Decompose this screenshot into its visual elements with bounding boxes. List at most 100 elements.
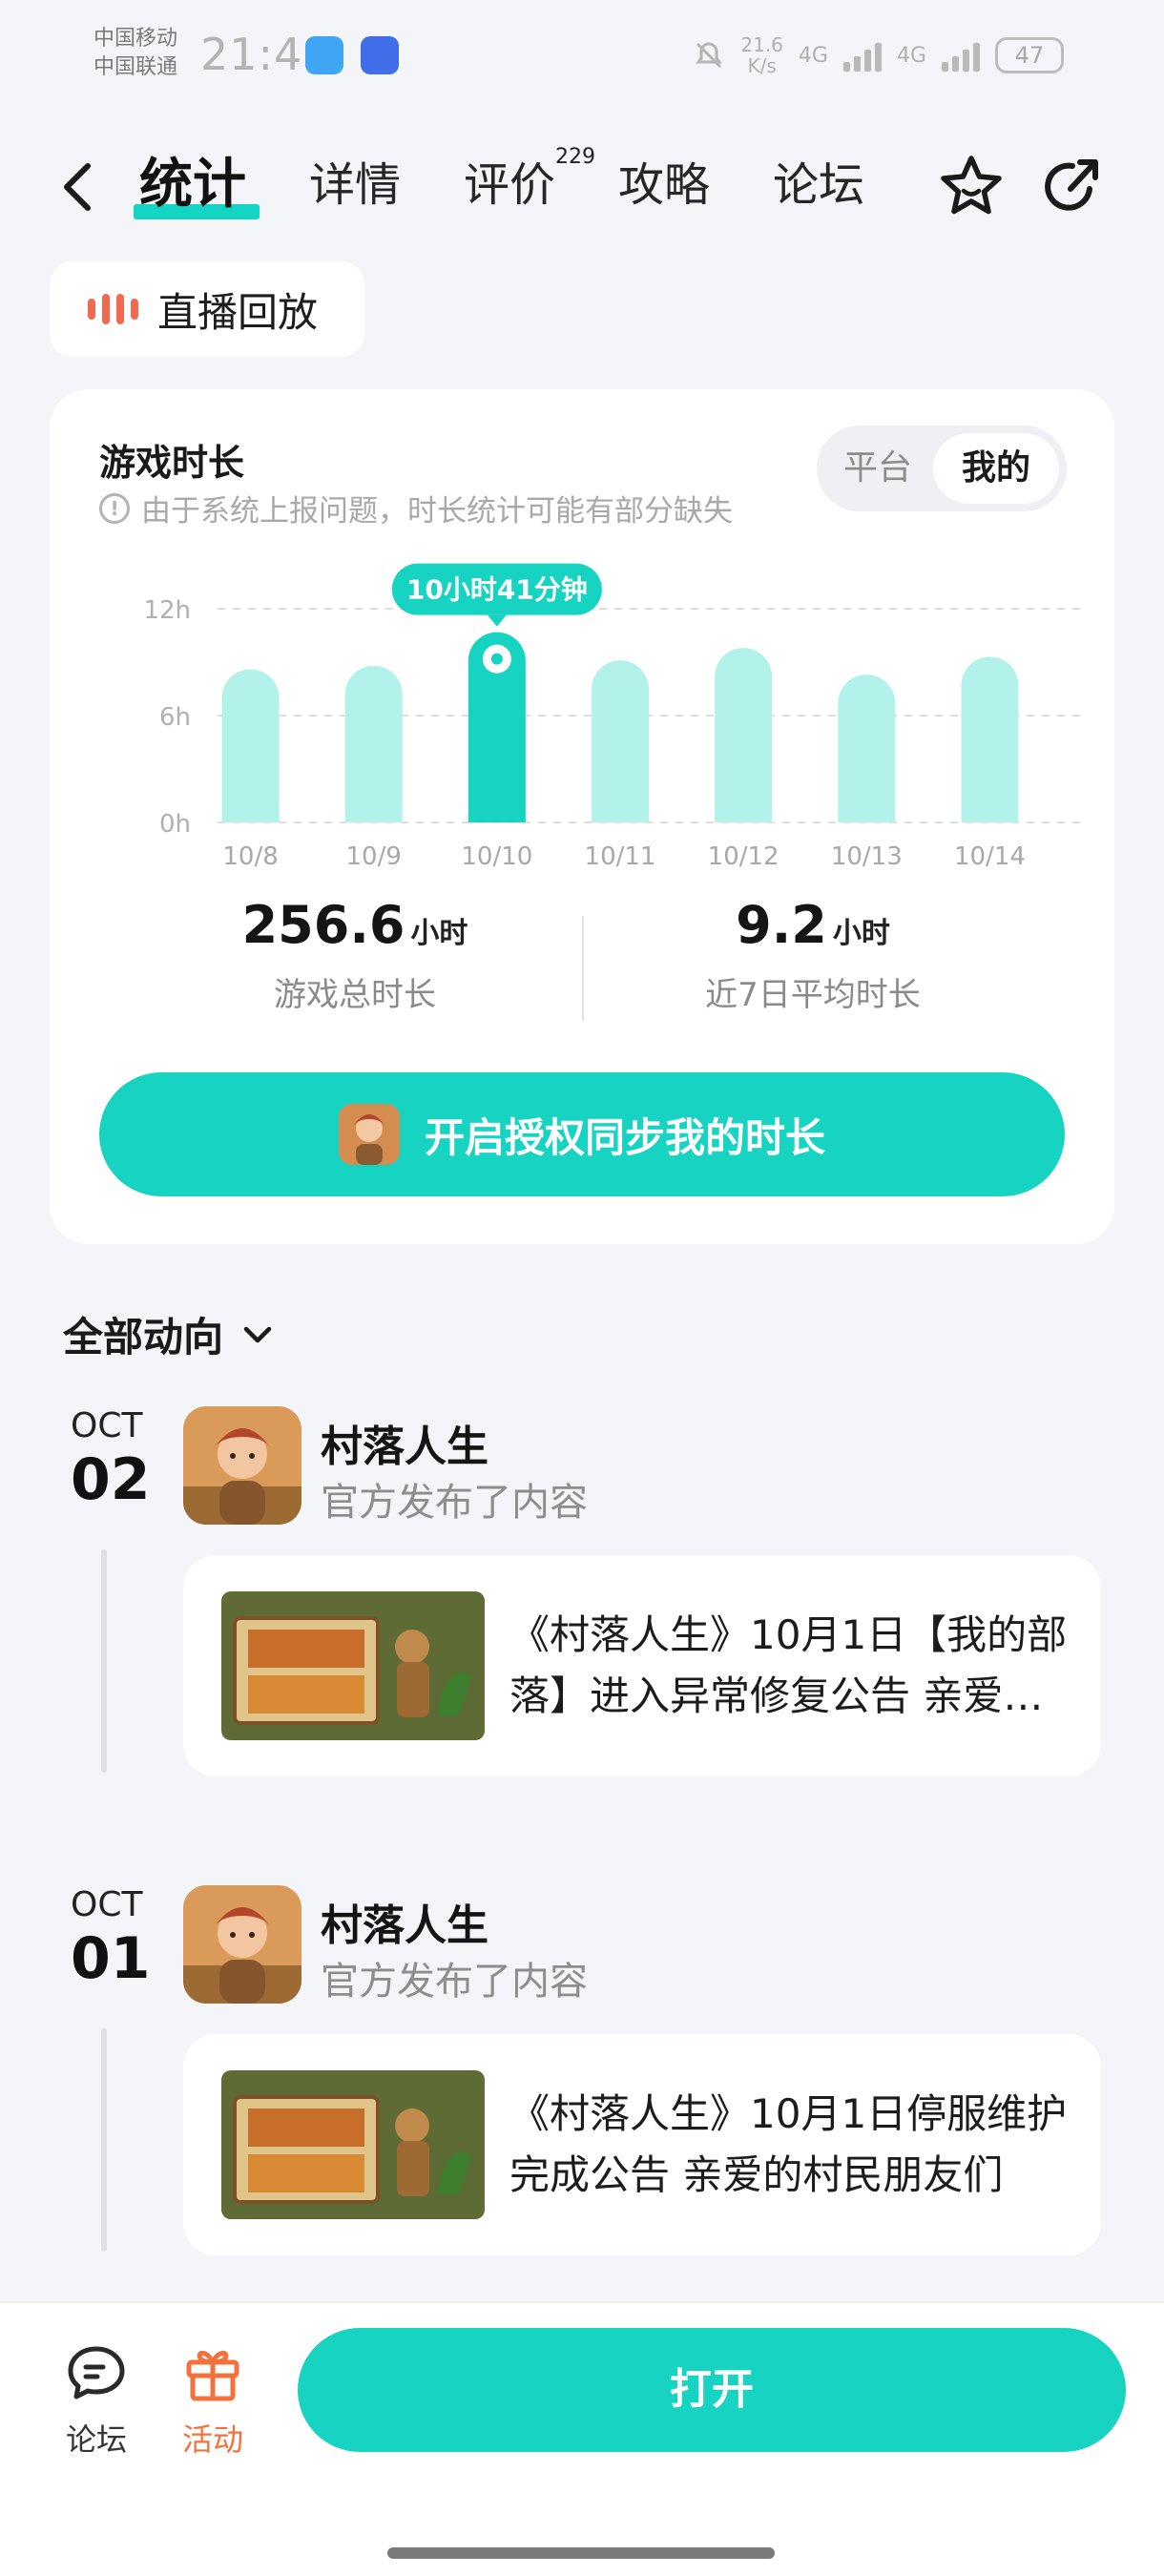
tab-guides[interactable]: 攻略 <box>618 155 710 216</box>
network-type-2: 4G <box>896 43 926 68</box>
chart-bar <box>715 648 773 822</box>
chart-bar <box>838 675 896 822</box>
chart-highlight-dot-center <box>490 653 503 665</box>
game-avatar[interactable] <box>183 1406 301 1525</box>
feed-date-month: OCT <box>71 1885 143 1924</box>
stat-average-value: 9.2 <box>736 895 827 955</box>
timeline-line <box>101 1549 107 1773</box>
stat-total-value: 256.6 <box>241 895 405 955</box>
game-avatar[interactable] <box>183 1885 301 2004</box>
forum-chat-icon <box>68 2346 125 2399</box>
carrier-2: 中国联通 <box>94 55 178 79</box>
playtime-bar-chart: 12h 6h 0h 10/8 10/9 10/10 10小时41分钟 10/11 10/12 10… <box>143 563 1080 871</box>
feed-entry: OCT 01 村落人生 官方发布了内容 《村落人生》10月1日停服维护完成公告 … <box>0 1885 1164 2324</box>
info-icon: ! <box>99 492 130 524</box>
chart-tooltip-text: 10小时41分钟 <box>406 574 588 606</box>
bottom-action-bar: 论坛 活动 打开 <box>0 2301 1164 2576</box>
bottom-forum-label: 论坛 <box>65 2421 127 2458</box>
feed-action: 官方发布了内容 <box>321 1481 588 1525</box>
feed-date-day: 02 <box>71 1446 151 1513</box>
back-icon[interactable] <box>59 160 97 214</box>
tab-stats[interactable]: 统计 <box>139 155 246 216</box>
playtime-note-text: 由于系统上报问题，时长统计可能有部分缺失 <box>141 494 733 529</box>
live-replay-label: 直播回放 <box>157 288 319 336</box>
carrier-1: 中国移动 <box>94 27 178 51</box>
chart-x-label: 10/13 <box>831 842 903 871</box>
post-title: 《村落人生》10月1日【我的部落】进入异常修复公告 亲爱的村民朋友们 <box>509 1611 1068 1719</box>
chart-bar <box>344 665 403 822</box>
feed-entry: OCT 02 村落人生 官方发布了内容 《村落人生》10月1日【我的部落】进入异… <box>0 1406 1164 1845</box>
feed-author[interactable]: 村落人生 <box>321 1891 488 1952</box>
chart-tooltip-arrow <box>487 614 507 627</box>
chart-bar <box>592 660 649 822</box>
post-card[interactable]: 《村落人生》10月1日停服维护完成公告 亲爱的村民朋友们 <box>183 2034 1101 2255</box>
stat-average-unit: 小时 <box>832 917 890 950</box>
tab-reviews[interactable]: 评价 <box>464 155 555 216</box>
stat-average-label: 近7日平均时长 <box>705 976 921 1014</box>
live-replay-button[interactable]: 直播回放 <box>50 261 364 357</box>
status-indicators: 21.6 K/s 4G 4G 47 <box>693 34 1064 76</box>
reviews-count-badge: 229 <box>555 145 595 169</box>
bottom-events-label: 活动 <box>181 2421 243 2458</box>
network-type-1: 4G <box>798 43 828 68</box>
signal-icon-2 <box>942 39 980 72</box>
carrier-labels: 中国移动 中国联通 <box>94 25 177 82</box>
chart-y-tick: 12h <box>143 596 191 625</box>
bottom-forum-button[interactable]: 论坛 <box>44 2341 149 2460</box>
stat-average: 9.2 小时 近7日平均时长 <box>622 895 1004 1015</box>
tab-details[interactable]: 详情 <box>309 155 401 216</box>
sync-playtime-label: 开启授权同步我的时长 <box>424 1113 825 1161</box>
stat-total-unit: 小时 <box>410 917 468 950</box>
playtime-note: ! 由于系统上报问题，时长统计可能有部分缺失 <box>99 487 733 530</box>
activity-filter-dropdown[interactable]: 全部动向 <box>63 1305 275 1363</box>
feed-author[interactable]: 村落人生 <box>321 1412 488 1473</box>
segment-mine[interactable]: 我的 <box>933 433 1059 504</box>
notification-app-icon <box>361 36 399 74</box>
tab-forum[interactable]: 论坛 <box>773 155 864 216</box>
chart-x-label: 10/12 <box>708 842 779 871</box>
star-icon[interactable] <box>935 151 1008 223</box>
stat-divider <box>582 916 584 1021</box>
post-card[interactable]: 《村落人生》10月1日【我的部落】进入异常修复公告 亲爱的村民朋友们 <box>183 1555 1101 1776</box>
feed-date-day: 01 <box>71 1925 151 1992</box>
chart-bar <box>221 669 280 822</box>
mute-icon <box>696 42 723 69</box>
chart-y-tick: 6h <box>159 703 191 732</box>
chart-y-tick: 0h <box>159 810 191 839</box>
stat-total: 256.6 小时 游戏总时长 <box>164 895 546 1015</box>
message-app-icon <box>305 36 343 74</box>
network-speed: 21.6 K/s <box>740 34 783 76</box>
chart-x-label: 10/11 <box>585 842 656 871</box>
playtime-title: 游戏时长 <box>99 442 245 484</box>
timeline-line <box>101 2028 107 2252</box>
share-icon[interactable] <box>1036 151 1109 223</box>
post-title: 《村落人生》10月1日停服维护完成公告 亲爱的村民朋友们 <box>509 2090 1068 2198</box>
chart-bar <box>961 656 1019 822</box>
chart-x-label: 10/8 <box>222 842 278 871</box>
feed-action: 官方发布了内容 <box>321 1960 588 2004</box>
post-thumbnail <box>221 1591 485 1740</box>
activity-filter-label: 全部动向 <box>63 1314 224 1361</box>
playtime-segment-control: 平台 我的 <box>817 426 1067 511</box>
post-thumbnail <box>221 2070 485 2219</box>
network-speed-value: 21.6 <box>740 33 783 56</box>
live-bars-icon <box>88 294 138 324</box>
stat-total-label: 游戏总时长 <box>274 976 436 1014</box>
home-indicator[interactable] <box>387 2547 775 2559</box>
chart-x-label: 10/14 <box>954 842 1026 871</box>
chevron-down-icon <box>243 1326 272 1342</box>
status-bar: 中国移动 中国联通 21:46 21.6 K/s 4G 4G 47 <box>0 0 1164 114</box>
open-game-button[interactable]: 打开 <box>298 2328 1126 2452</box>
chart-x-label: 10/9 <box>346 842 402 871</box>
network-speed-unit: K/s <box>747 54 777 77</box>
battery-indicator: 47 <box>995 37 1064 73</box>
sync-playtime-button[interactable]: 开启授权同步我的时长 <box>99 1072 1065 1196</box>
bottom-events-button[interactable]: 活动 <box>160 2341 265 2460</box>
playtime-card: 游戏时长 ! 由于系统上报问题，时长统计可能有部分缺失 平台 我的 12h 6h 0… <box>50 389 1114 1244</box>
segment-platform[interactable]: 平台 <box>824 433 931 504</box>
game-icon <box>338 1104 400 1165</box>
gift-icon <box>186 2351 239 2401</box>
feed-date-month: OCT <box>71 1406 143 1445</box>
chart-x-label: 10/10 <box>461 842 532 871</box>
signal-icon <box>842 39 882 72</box>
